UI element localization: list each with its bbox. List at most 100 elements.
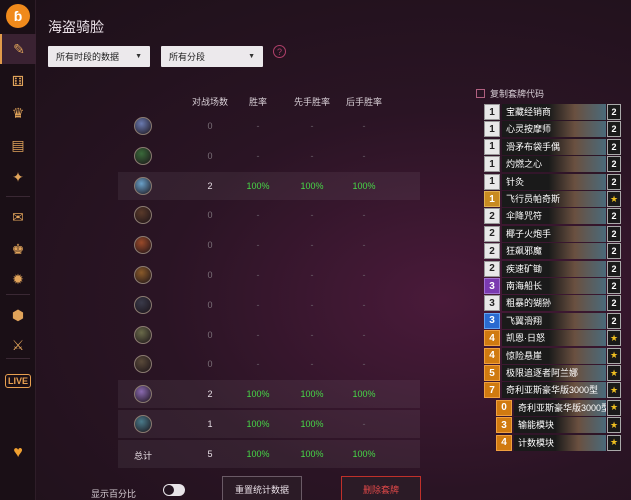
legendary-star-icon: ★ [607,347,621,364]
card-cost: 2 [484,208,500,225]
card-collection-icon[interactable]: ✉ [0,202,36,232]
deck-card[interactable]: 1 针灸 2 [484,173,622,190]
table-row: 0--- [118,201,420,229]
time-filter-select[interactable]: 所有时段的数据 ▼ [48,46,150,67]
deck-card[interactable]: 2 椰子火炮手 2 [484,225,622,242]
hunter-hero-icon [134,266,152,284]
cell-wr: - [256,210,260,221]
deck-card[interactable]: 1 灼燃之心 2 [484,156,622,173]
cell-wr: 100% [246,448,270,459]
hearthstone-deck-icon[interactable]: ✎ [0,34,36,64]
cell-second: - [362,121,366,131]
arena-icon-glyph: ✹ [12,270,24,287]
crossed-swords-icon[interactable]: ⚔ [0,330,36,360]
copy-deck-code-button[interactable]: 复制套牌代码 [476,87,544,100]
deck-card[interactable]: 0 奇利亚斯豪华版3000型 ★ [496,399,622,416]
app-logo[interactable]: ɓ [6,4,30,28]
warrior-hero-icon [134,236,152,255]
card-cost: 4 [496,434,512,451]
card-cost: 2 [484,243,500,260]
deck-card[interactable]: 4 惊险悬崖 ★ [484,347,622,364]
cell-wr: 100% [246,419,270,429]
cell-wr: - [256,359,260,370]
card-cost: 1 [484,138,500,155]
table-row: 0--- [118,231,420,259]
show-percent-toggle[interactable] [163,484,185,496]
cell-first: - [310,359,314,370]
copy-icon [476,89,485,98]
chevron-down-icon: ▼ [135,53,142,60]
battlegrounds-icon-glyph: ✦ [12,168,24,185]
dice-icon[interactable]: ⚅ [0,66,36,96]
card-count: 2 [607,278,621,294]
deck-card[interactable]: 4 凯恩·日怒 ★ [484,330,622,347]
rank-filter-value: 所有分段 [169,52,206,62]
card-name: 输能模块 [514,417,606,434]
card-cost: 1 [484,191,500,207]
cell-second: 100% [352,180,376,191]
deck-card[interactable]: 1 宝藏经销商 2 [484,104,622,120]
cell-second: - [362,210,366,221]
card-count: 2 [607,312,621,329]
card-name: 奇利亚斯豪华版3000型 [514,399,606,416]
rank-filter-select[interactable]: 所有分段 ▼ [161,46,263,67]
deck-card[interactable]: 1 飞行员帕奇斯 ★ [484,191,622,207]
deck-card[interactable]: 2 狂飙邪魔 2 [484,243,622,260]
deck-card[interactable]: 2 疾速矿锄 2 [484,260,622,277]
card-cost: 1 [484,173,500,190]
card-name: 针灸 [502,173,606,190]
sidebar-divider [6,294,30,295]
deck-card[interactable]: 1 心灵按摩师 2 [484,121,622,138]
cell-second: - [362,359,366,370]
deck-card[interactable]: 2 伞降咒符 2 [484,208,622,225]
deck-card[interactable]: 3 飞翼滑翔 2 [484,312,622,329]
table-header: 对战场数 胜率 先手胜率 后手胜率 [0,95,420,107]
rogue-hero-icon [134,206,152,225]
card-cost: 3 [496,417,512,434]
deck-card[interactable]: 7 奇利亚斯豪华版3000型 ★ [484,382,622,399]
deck-card[interactable]: 1 滑矛布袋手偶 2 [484,138,622,155]
card-cost: 3 [484,312,500,329]
cell-wr: - [256,329,260,340]
table-total-row: 总计 5 100% 100% 100% [118,439,420,468]
table-row: 2 100% 100% 100% [118,380,420,409]
card-name: 粗暴的猢狲 [502,295,606,312]
deck-card[interactable]: 3 南海船长 2 [484,278,622,294]
cell-wr: - [256,299,260,310]
card-count: 2 [607,260,621,277]
cards-icon[interactable]: ▤ [0,130,36,160]
delete-deck-button[interactable]: 删除套牌 [341,476,421,500]
deck-card[interactable]: 4 计数模块 ★ [496,434,622,451]
total-label: 总计 [134,450,153,461]
shield-icon[interactable]: ⬢ [0,300,36,330]
card-cost: 0 [496,399,512,416]
heart-icon[interactable]: ♥ [0,438,36,468]
card-count: 2 [607,225,621,242]
cards-icon-glyph: ▤ [11,136,25,153]
live-icon[interactable]: LIVE [0,366,36,396]
cell-wr: - [256,240,260,251]
arena-icon[interactable]: ✹ [0,264,36,294]
cell-first: - [310,150,314,161]
cell-first: - [310,299,314,310]
deck-card[interactable]: 5 极限追逐者阿兰娜 ★ [484,365,622,381]
card-name: 极限追逐者阿兰娜 [502,365,606,381]
deck-card[interactable]: 3 输能模块 ★ [496,417,622,434]
legendary-star-icon: ★ [607,434,621,451]
battlegrounds-icon[interactable]: ✦ [0,162,36,192]
cell-first: 100% [300,448,324,459]
card-count: 2 [607,104,621,120]
table-row: 0--- [118,261,420,289]
cell-first: - [310,270,314,280]
header-first-winrate: 先手胜率 [293,97,330,107]
heart-icon-glyph: ♥ [13,444,23,461]
reset-stats-button[interactable]: 重置统计数据 [222,476,302,500]
sidebar: ɓ ✎ ⚅ ♛ ▤ ✦ ✉ ♚ ✹ ⬢ ⚔ LIVE ♥ [0,0,36,500]
crown-icon[interactable]: ♚ [0,234,36,264]
crossed-swords-icon-glyph: ⚔ [11,336,25,353]
table-row: 0--- [118,350,420,378]
cell-wr: 100% [246,180,270,191]
deck-card[interactable]: 3 粗暴的猢狲 2 [484,295,622,312]
help-icon[interactable]: ? [273,45,286,58]
cell-first: 100% [300,180,324,191]
